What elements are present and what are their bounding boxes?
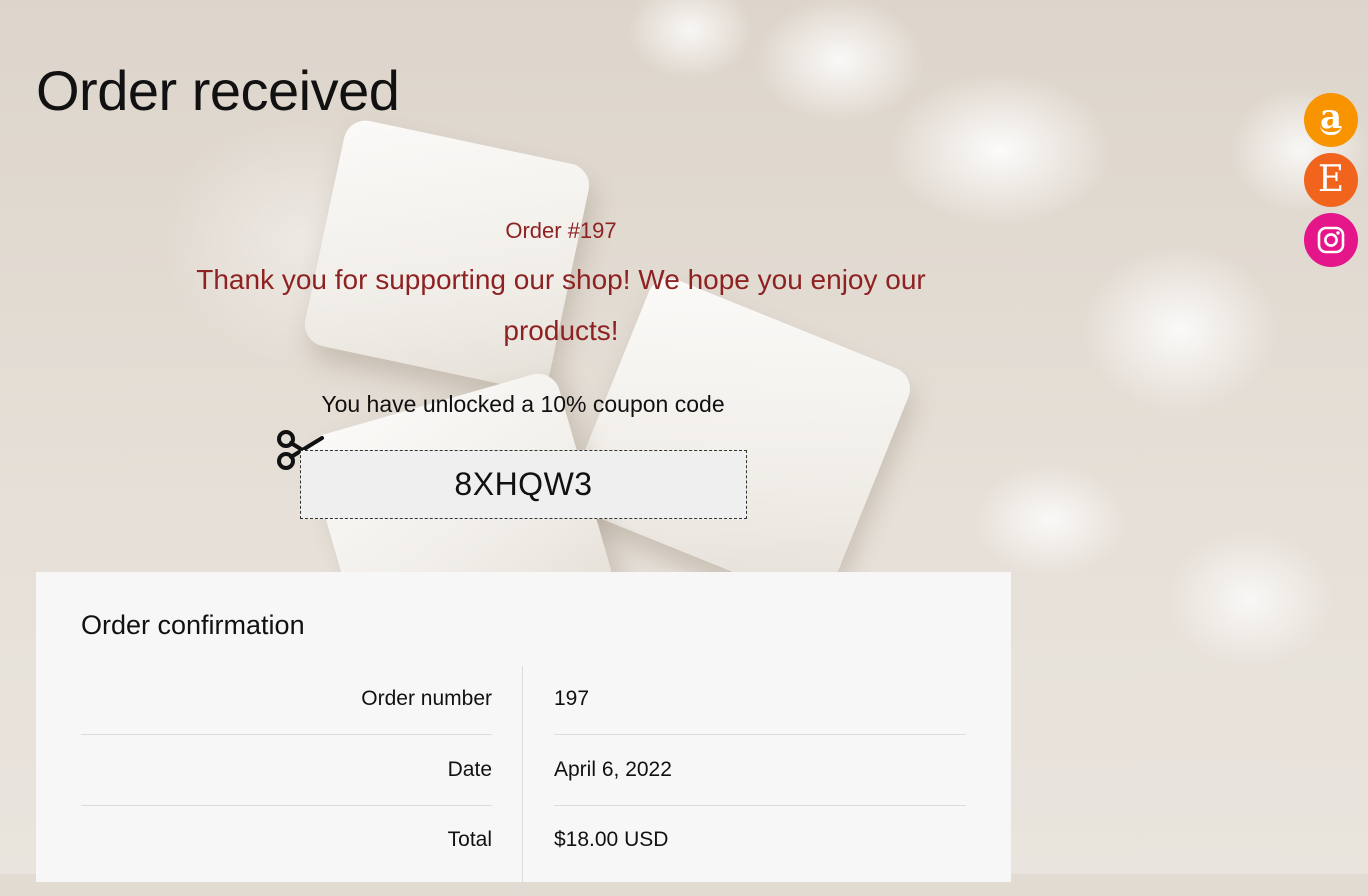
coupon-intro-text: You have unlocked a 10% coupon code (321, 391, 725, 417)
page-title: Order received (36, 59, 400, 122)
total-label: Total (447, 828, 492, 851)
thank-you-message: Thank you for supporting our shop! We ho… (196, 264, 926, 346)
date-value: April 6, 2022 (554, 735, 966, 806)
order-number-value: 197 (554, 664, 966, 735)
amazon-link[interactable]: a (1304, 93, 1358, 147)
date-label: Date (81, 735, 492, 806)
coupon-code-box[interactable]: 8XHQW3 (300, 450, 747, 519)
order-confirmation-panel: Order confirmation Order number 197 Date… (36, 572, 1011, 896)
social-links: a E (1304, 93, 1358, 267)
table-row: Total $18.00 USD (81, 805, 966, 875)
instagram-icon (1317, 226, 1345, 254)
instagram-link[interactable] (1304, 213, 1358, 267)
order-number-heading: Order #197 (505, 218, 617, 243)
etsy-icon: E (1317, 159, 1345, 200)
etsy-link[interactable]: E (1304, 153, 1358, 207)
table-row: Order number 197 (81, 664, 966, 735)
table-row: Date April 6, 2022 (81, 735, 966, 806)
order-number-label: Order number (81, 664, 492, 735)
total-value: $18.00 USD (554, 828, 669, 851)
order-confirmation-title: Order confirmation (81, 610, 305, 640)
